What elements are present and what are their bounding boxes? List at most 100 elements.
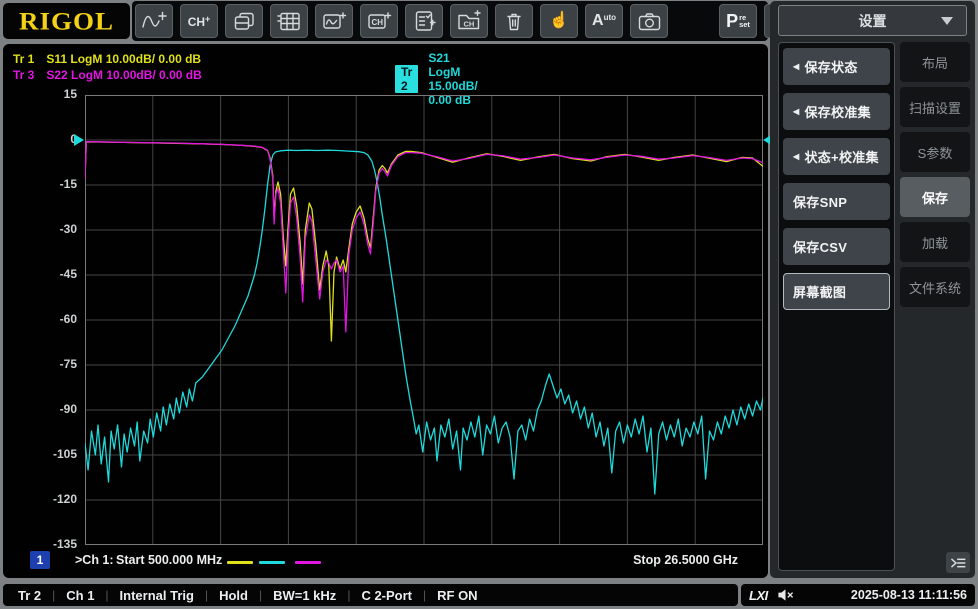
y-tick-label: 15 (63, 87, 77, 101)
channel-add-button[interactable]: CH+ (180, 4, 218, 38)
rigol-logo: RIGOL (3, 3, 130, 39)
y-tick-label: -105 (52, 447, 77, 461)
trace-header-3: Tr 3 S22 LogM 10.00dB/ 0.00 dB (13, 68, 202, 82)
trace-id-badge[interactable]: Tr 2 (395, 65, 419, 93)
delete-button[interactable] (495, 4, 533, 38)
speaker-mute-icon[interactable] (777, 588, 794, 602)
menu-item-label: 状态+校准集 (804, 150, 879, 165)
settings-dropdown[interactable]: 设置 (778, 5, 967, 36)
trace-add-icon (141, 11, 167, 32)
y-tick-label: -75 (59, 357, 77, 371)
trace-file-button[interactable] (405, 4, 443, 38)
submenu-left-arrow-icon: ◀ (793, 62, 800, 71)
preset-icon: P re set (726, 11, 750, 31)
preset-button[interactable]: P re set (719, 4, 757, 38)
status-item-1[interactable]: Tr 2 (18, 588, 41, 603)
screenshot-button[interactable] (630, 4, 668, 38)
tab-6[interactable]: 文件系统 (900, 267, 970, 307)
start-frequency-label[interactable]: Start 500.000 MHz (116, 553, 222, 567)
status-bar-right: LXI 2025-08-13 11:11:56 (741, 584, 975, 606)
lxi-indicator[interactable]: LXI (749, 588, 768, 603)
trace-description: S22 LogM 10.00dB/ 0.00 dB (46, 67, 202, 82)
rigol-logo-text: RIGOL (18, 6, 115, 35)
tab-4[interactable]: 保存 (900, 177, 970, 217)
trace-header-row-1: Tr 1 S11 LogM 10.00dB/ 0.00 dB Tr 2 S21 Log… (13, 51, 478, 107)
plot-area (84, 94, 764, 546)
status-item-6[interactable]: C 2-Port (361, 588, 412, 603)
camera-icon (637, 11, 662, 32)
legend-line-s22 (295, 561, 321, 564)
trace-id-badge[interactable]: Tr 1 (13, 52, 34, 66)
channel-row: 1 >Ch 1: Start 500.000 MHz Stop 26.5000 … (3, 550, 768, 574)
tab-3[interactable]: S参数 (900, 132, 970, 172)
submenu-panel: ◀ 保存状态 ◀ 保存校准集 ◀ 状态+校准集 保存SNP 保存CSV 屏幕截图 (778, 42, 895, 571)
y-tick-label: -30 (59, 222, 77, 236)
y-tick-label: -60 (59, 312, 77, 326)
menu-item-5[interactable]: 保存CSV (783, 228, 890, 265)
window-layout-button[interactable] (225, 4, 263, 38)
trace-description: S11 LogM 10.00dB/ 0.00 dB (46, 51, 202, 66)
measure-setup-button[interactable] (270, 4, 308, 38)
menu-item-3[interactable]: ◀ 状态+校准集 (783, 138, 890, 175)
svg-text:CH: CH (372, 17, 384, 26)
file-channel-icon: CH (456, 10, 482, 32)
status-item-2[interactable]: Ch 1 (66, 588, 94, 603)
y-tick-label: -90 (59, 402, 77, 416)
datetime-display: 2025-08-13 11:11:56 (850, 588, 967, 602)
status-item-7[interactable]: RF ON (437, 588, 477, 603)
measure-table-icon (276, 11, 302, 32)
tab-2[interactable]: 扫描设置 (900, 87, 970, 127)
status-separator: | (258, 588, 263, 602)
ref-level-marker-left[interactable] (74, 134, 84, 146)
menu-item-label: 屏幕截图 (793, 285, 847, 300)
submenu-left-arrow-icon: ◀ (793, 152, 800, 161)
y-tick-label: -135 (52, 537, 77, 551)
menu-item-1[interactable]: ◀ 保存状态 (783, 48, 890, 85)
menu-item-label: 保存状态 (804, 60, 858, 75)
auto-icon: Auto (592, 12, 616, 29)
menu-item-4[interactable]: 保存SNP (783, 183, 890, 220)
legend-line-s11 (227, 561, 253, 564)
channel-file-button[interactable]: CH (450, 4, 488, 38)
file-trace-icon (412, 10, 437, 32)
trace-header-1: Tr 1 S11 LogM 10.00dB/ 0.00 dB (13, 52, 201, 66)
touch-button[interactable]: ☝ (540, 4, 578, 38)
windows-icon (232, 11, 256, 32)
menu-item-label: 保存校准集 (804, 105, 871, 120)
menu-collapse-icon (950, 557, 966, 568)
status-item-4[interactable]: Hold (219, 588, 248, 603)
window-channel-icon: CH (366, 11, 392, 32)
menu-item-6[interactable]: 屏幕截图 (783, 273, 890, 310)
status-item-5[interactable]: BW=1 kHz (273, 588, 336, 603)
status-separator: | (423, 588, 427, 602)
menu-item-label: 保存CSV (793, 240, 848, 255)
tab-1[interactable]: 布局 (900, 42, 970, 82)
legend-line-s21 (259, 561, 285, 564)
trace-add-button[interactable] (135, 4, 173, 38)
trash-icon (502, 11, 526, 32)
status-separator: | (105, 588, 109, 602)
trace-window-button[interactable] (315, 4, 353, 38)
sidebar: 设置 ◀ 保存状态 ◀ 保存校准集 ◀ 状态+校准集 保存SNP 保存CSV 屏幕截图 布局 扫描… (770, 1, 975, 578)
toolbar: CH+ CH CH ☝ Auto P re set (132, 1, 802, 41)
settings-dropdown-label: 设置 (858, 12, 887, 29)
trace-id-badge[interactable]: Tr 3 (13, 68, 34, 82)
status-item-3[interactable]: Internal Trig (120, 588, 194, 603)
status-bar-left: Tr 2 | Ch 1 | Internal Trig | Hold | BW=1 kHz | C … (3, 584, 738, 606)
plot-svg (84, 94, 764, 546)
menu-item-2[interactable]: ◀ 保存校准集 (783, 93, 890, 130)
menu-item-label: 保存SNP (793, 195, 848, 210)
y-tick-label: 0 (70, 132, 77, 146)
channel-window-button[interactable]: CH (360, 4, 398, 38)
auto-scale-button[interactable]: Auto (585, 4, 623, 38)
channel-add-icon: CH+ (187, 13, 211, 29)
channel-badge[interactable]: 1 (30, 551, 50, 569)
y-tick-label: -45 (59, 267, 77, 281)
stop-frequency-label[interactable]: Stop 26.5000 GHz (633, 553, 738, 567)
menu-collapse-button[interactable] (946, 552, 970, 573)
trace-header-row-2: Tr 3 S22 LogM 10.00dB/ 0.00 dB (13, 67, 202, 82)
channel-label: >Ch 1: (75, 553, 114, 567)
vna-screen: { "brand": {"logo": "RIGOL"}, "toolbar":… (0, 0, 978, 609)
tab-5[interactable]: 加载 (900, 222, 970, 262)
y-tick-label: -15 (59, 177, 77, 191)
